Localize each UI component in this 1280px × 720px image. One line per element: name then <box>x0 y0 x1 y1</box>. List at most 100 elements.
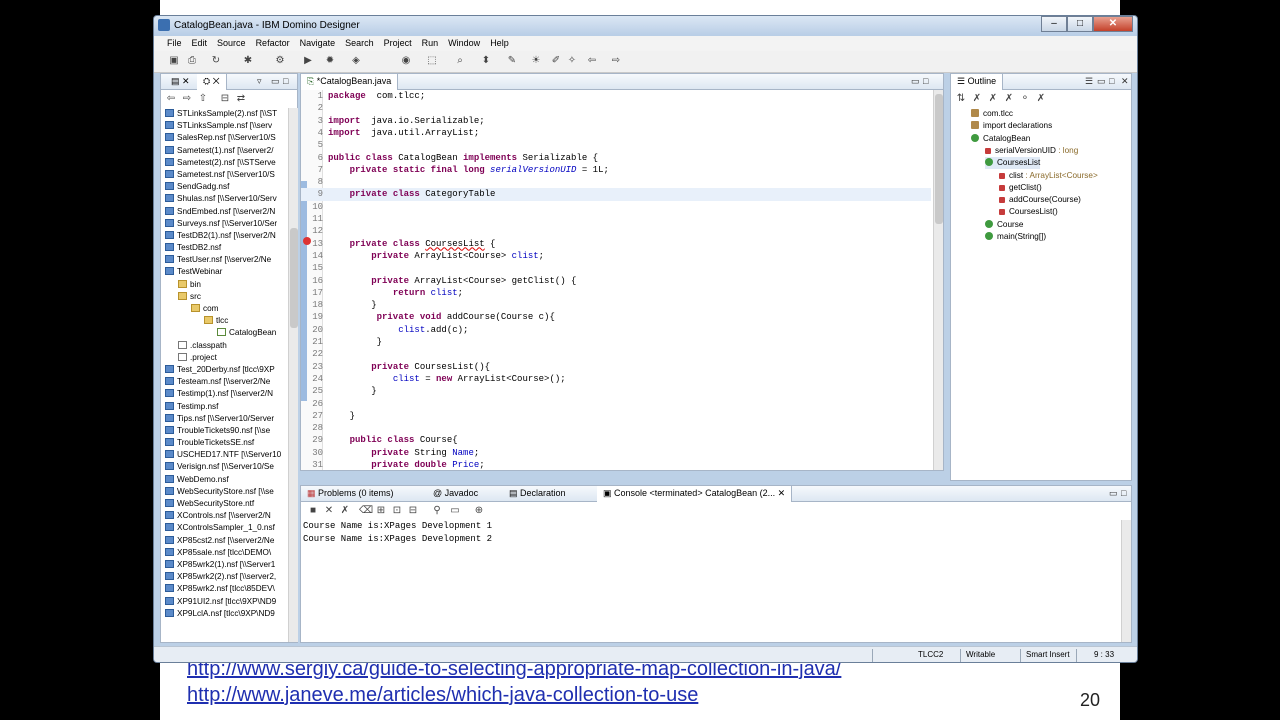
forward-nav-icon[interactable]: ⇨ <box>181 93 193 105</box>
maximize-view-icon[interactable]: □ <box>283 76 288 86</box>
outline-item[interactable]: import declarations <box>971 120 1052 132</box>
menu-window[interactable]: Window <box>443 36 485 51</box>
navigator-item[interactable]: .classpath <box>161 340 288 352</box>
tab-console[interactable]: ▣ Console <terminated> CatalogBean (2...… <box>597 486 793 502</box>
console-scrollbar[interactable] <box>1121 520 1131 642</box>
outline-item[interactable]: com.tlcc <box>971 108 1013 120</box>
maximize-button[interactable]: □ <box>1067 16 1093 32</box>
outline-item[interactable]: serialVersionUID : long <box>985 145 1078 157</box>
navigator-item[interactable]: TroubleTicketsSE.nsf <box>161 437 288 449</box>
navigator-item[interactable]: WebSecurityStore.nsf [\\se <box>161 486 288 498</box>
show-output-icon[interactable]: ⊟ <box>407 505 419 517</box>
mark-icon[interactable]: ☀ <box>530 55 542 67</box>
navigator-item[interactable]: WebSecurityStore.ntf <box>161 498 288 510</box>
run-icon[interactable]: ▶ <box>302 55 314 67</box>
tab-package-explorer[interactable]: ⛭ ✕ <box>197 74 227 90</box>
external-tools-icon[interactable]: ◈ <box>350 55 362 67</box>
navigator-item[interactable]: XControlsSampler_1_0.nsf <box>161 522 288 534</box>
tab-declaration[interactable]: ▤ Declaration <box>503 486 572 502</box>
navigator-item[interactable]: CatalogBean <box>161 327 288 339</box>
tab-outline[interactable]: ☰ Outline <box>951 74 1004 90</box>
outline-close-icon[interactable]: ✕ <box>1121 76 1129 87</box>
minimize-button[interactable]: – <box>1041 16 1067 32</box>
menu-edit[interactable]: Edit <box>187 36 213 51</box>
editor-scrollbar[interactable] <box>933 90 943 470</box>
close-button[interactable]: ✕ <box>1093 16 1133 32</box>
open-console-icon[interactable]: ⊕ <box>473 505 485 517</box>
navigator-item[interactable]: Tips.nsf [\\Server10/Server <box>161 413 288 425</box>
open-type-icon[interactable]: ⬚ <box>426 55 438 67</box>
menu-search[interactable]: Search <box>340 36 379 51</box>
navigator-item[interactable]: TestDB2(1).nsf [\\server2/N <box>161 230 288 242</box>
menu-refactor[interactable]: Refactor <box>251 36 295 51</box>
bookmark-icon[interactable]: ✎ <box>506 55 518 67</box>
navigator-item[interactable]: Testimp.nsf <box>161 401 288 413</box>
back-icon[interactable]: ⇦ <box>586 55 598 67</box>
navigator-item[interactable]: WebDemo.nsf <box>161 474 288 486</box>
word-wrap-icon[interactable]: ⊡ <box>391 505 403 517</box>
navigator-item[interactable]: Shulas.nsf [\\Server10/Serv <box>161 193 288 205</box>
navigator-item[interactable]: SndEmbed.nsf [\\server2/N <box>161 206 288 218</box>
outline-item[interactable]: CatalogBean <box>971 133 1030 145</box>
navigator-item[interactable]: XControls.nsf [\\server2/N <box>161 510 288 522</box>
outline-item[interactable]: Course <box>985 219 1023 231</box>
menu-source[interactable]: Source <box>212 36 251 51</box>
sort-icon[interactable]: ⇅ <box>955 93 967 105</box>
navigator-item[interactable]: src <box>161 291 288 303</box>
navigator-item[interactable]: com <box>161 303 288 315</box>
search-icon[interactable]: ⌕ <box>454 55 466 67</box>
navigator-item[interactable]: TroubleTickets90.nsf [\\se <box>161 425 288 437</box>
navigator-item[interactable]: STLinksSample(2).nsf [\\ST <box>161 108 288 120</box>
outline-item[interactable]: addCourse(Course) <box>999 194 1081 206</box>
collapse-all-icon[interactable]: ⊟ <box>219 93 231 105</box>
tab-catalogbean-java[interactable]: ⎘ *CatalogBean.java <box>301 74 399 90</box>
code-area[interactable]: 1 package com.tlcc; 2 3 import java.io.Seria… <box>301 90 931 470</box>
menu-help[interactable]: Help <box>485 36 514 51</box>
navigator-item[interactable]: TestDB2.nsf <box>161 242 288 254</box>
navigator-item[interactable]: SendGadg.nsf <box>161 181 288 193</box>
navigator-item[interactable]: XP85cst2.nsf [\\server2/Ne <box>161 535 288 547</box>
navigator-item[interactable]: XP85wrk2.nsf [tlcc\85DEV\ <box>161 583 288 595</box>
editor-minimize-icon[interactable]: ▭ <box>911 76 920 87</box>
hide-local-types-icon[interactable]: ⚬ <box>1019 93 1031 105</box>
navigator-item[interactable]: bin <box>161 279 288 291</box>
navigator-item[interactable]: Testeam.nsf [\\server2/Ne <box>161 376 288 388</box>
hide-nonpublic-icon[interactable]: ✗ <box>1003 93 1015 105</box>
editor-maximize-icon[interactable]: □ <box>923 76 928 86</box>
console-minimize-icon[interactable]: ▭ <box>1109 488 1118 499</box>
navigator-item[interactable]: Verisign.nsf [\\Server10/Se <box>161 461 288 473</box>
navigator-item[interactable]: USCHED17.NTF [\\Server10 <box>161 449 288 461</box>
outline-item[interactable]: main(String[]) <box>985 231 1046 243</box>
link-janeve[interactable]: http://www.janeve.me/articles/which-java… <box>187 682 841 708</box>
navigator-item[interactable]: TestWebinar <box>161 266 288 278</box>
scroll-lock-icon[interactable]: ⊞ <box>375 505 387 517</box>
pin-console-icon[interactable]: ⚲ <box>431 505 443 517</box>
remove-all-icon[interactable]: ✗ <box>339 505 351 517</box>
console-maximize-icon[interactable]: □ <box>1121 488 1126 498</box>
navigator-item[interactable]: TestUser.nsf [\\server2/Ne <box>161 254 288 266</box>
forward-icon[interactable]: ⇨ <box>610 55 622 67</box>
hide-static-icon[interactable]: ✗ <box>987 93 999 105</box>
link-editor-icon[interactable]: ⇄ <box>235 93 247 105</box>
navigator-item[interactable]: Test_20Derby.nsf [tlcc\9XP <box>161 364 288 376</box>
minimize-view-icon[interactable]: ▭ <box>271 76 280 87</box>
remove-launch-icon[interactable]: ✕ <box>323 505 335 517</box>
navigator-scrollbar[interactable] <box>288 108 298 642</box>
tab-javadoc[interactable]: @ Javadoc <box>427 486 484 502</box>
outline-item[interactable]: clist : ArrayList<Course> <box>999 170 1098 182</box>
navigator-item[interactable]: Sametest(1).nsf [\\server2/ <box>161 145 288 157</box>
print-icon[interactable]: ⎙ <box>186 55 198 67</box>
navigator-item[interactable]: SalesRep.nsf [\\Server10/S <box>161 132 288 144</box>
plugin-icon[interactable]: ⚙ <box>274 55 286 67</box>
outline-menu-icon[interactable]: ☰ <box>1085 76 1093 87</box>
navigator-item[interactable]: XP85wrk2(2).nsf [\\server2, <box>161 571 288 583</box>
highlight-icon[interactable]: ✧ <box>566 55 578 67</box>
navigator-item[interactable]: XP91UI2.nsf [tlcc\9XP\ND9 <box>161 596 288 608</box>
navigator-item[interactable]: XP9LclA.nsf [tlcc\9XP\ND9 <box>161 608 288 620</box>
menu-file[interactable]: File <box>162 36 187 51</box>
focus-icon[interactable]: ✗ <box>1035 93 1047 105</box>
navigator-item[interactable]: tlcc <box>161 315 288 327</box>
gear-icon[interactable]: ✱ <box>242 55 254 67</box>
outline-item[interactable]: CoursesList() <box>999 206 1058 218</box>
terminate-icon[interactable]: ■ <box>307 505 319 517</box>
